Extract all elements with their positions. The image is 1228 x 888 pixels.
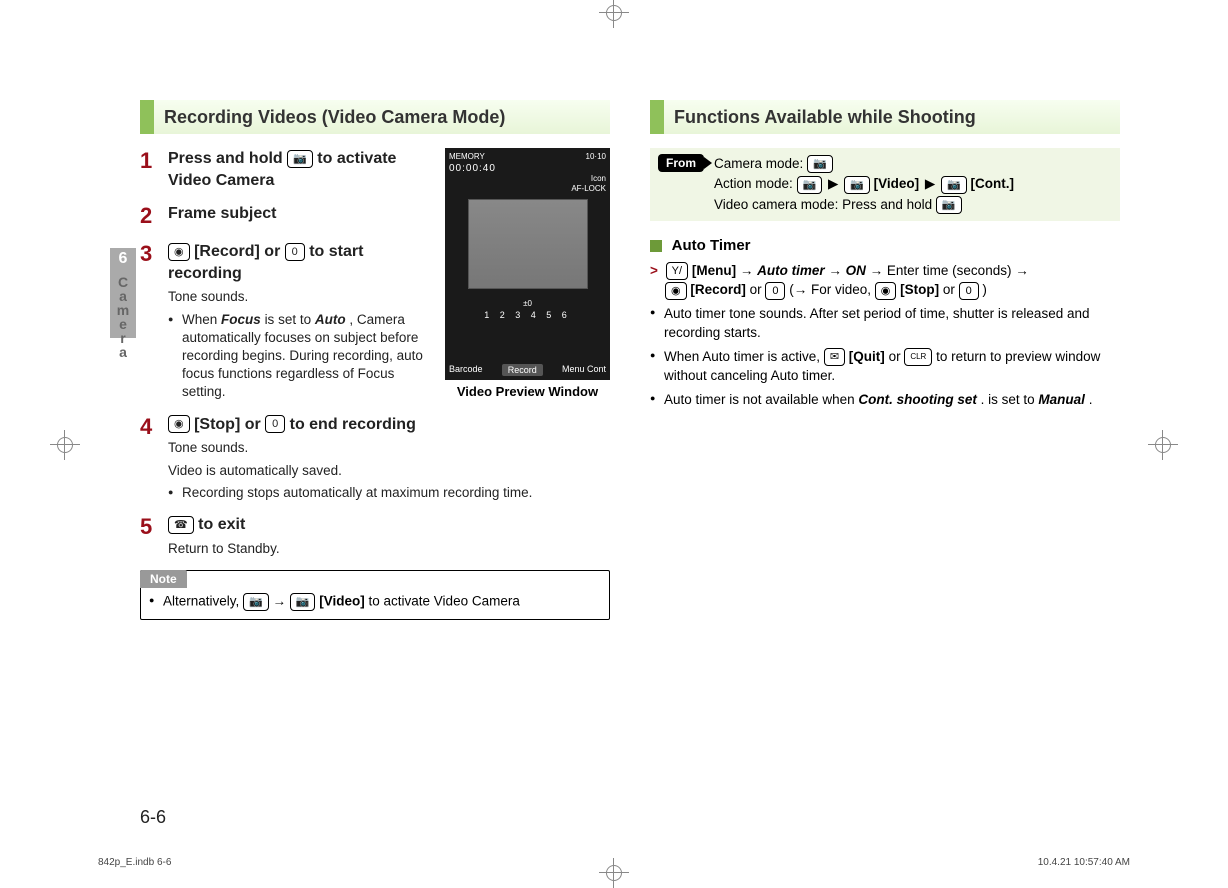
camera-key-icon: 📷 — [290, 593, 316, 611]
zero-key-icon: 0 — [265, 415, 285, 433]
registration-mark-left — [50, 430, 80, 460]
screen-aflock: AF-LOCK — [449, 184, 606, 194]
step-number-2: 2 — [140, 203, 168, 229]
zero-key-icon: 0 — [959, 282, 979, 300]
step-1: 1 Press and hold 📷 to activate Video Cam… — [140, 148, 437, 191]
step-number-1: 1 — [140, 148, 168, 191]
chapter-label: Camera — [113, 275, 133, 359]
camera-key-icon: 📷 — [243, 593, 269, 611]
softkey-right: Menu Cont — [562, 364, 606, 376]
note-box: Note Alternatively, 📷 → 📷 [Video] to act… — [140, 570, 610, 620]
note-body: Alternatively, 📷 → 📷 [Video] to activate… — [149, 593, 601, 611]
page-content: Recording Videos (Video Camera Mode) MEM… — [140, 100, 1120, 800]
preview-screen: MEMORY 10·10 00:00:40 Icon AF-LOCK ±0 1 … — [445, 148, 610, 380]
softkey-left: Barcode — [449, 364, 483, 376]
topic-title: Auto Timer — [672, 237, 751, 254]
screen-status-time: 10·10 — [586, 152, 606, 161]
heading-bar-icon — [650, 100, 664, 134]
page-number: 6-6 — [140, 807, 166, 828]
step-number-3: 3 — [140, 241, 168, 402]
step-5: 5 ☎ to exit Return to Standby. — [140, 514, 610, 558]
topic-marker-icon — [650, 240, 662, 252]
step4-desc2: Video is automatically saved. — [168, 462, 610, 480]
auto-timer-block: Auto Timer > Y/ [Menu] → Auto timer → ON… — [650, 235, 1120, 410]
zero-key-icon: 0 — [765, 282, 785, 300]
screen-row: ±0 — [449, 299, 606, 308]
auto-timer-bullet-3: Auto timer is not available when Cont. s… — [650, 390, 1120, 410]
heading-text-right: Functions Available while Shooting — [674, 107, 976, 128]
step4-desc1: Tone sounds. — [168, 439, 610, 457]
step2-title: Frame subject — [168, 203, 437, 225]
registration-mark-right — [1148, 430, 1178, 460]
arrow-icon: ▶ — [925, 174, 935, 194]
screen-numbers: 1 2 3 4 5 6 — [449, 310, 606, 320]
arrow-icon: ▶ — [828, 174, 838, 194]
camera-key-icon: 📷 — [936, 196, 962, 214]
footer-timestamp: 10.4.21 10:57:40 AM — [1038, 857, 1130, 868]
from-label: From — [658, 154, 704, 172]
step-3: 3 ◉ [Record] or 0 to start recording Ton… — [140, 241, 437, 402]
camera-key-icon: 📷 — [807, 155, 833, 173]
step3-record: [Record] or — [194, 243, 285, 260]
zero-key-icon: 0 — [285, 243, 305, 261]
center-key-icon: ◉ — [168, 415, 190, 433]
heading-bar-icon — [140, 100, 154, 134]
viewfinder — [468, 199, 588, 289]
screen-status-memory: MEMORY — [449, 152, 485, 161]
center-key-icon: ◉ — [665, 282, 687, 300]
video-preview-figure: MEMORY 10·10 00:00:40 Icon AF-LOCK ±0 1 … — [445, 148, 610, 400]
y-key-icon: Y/ — [666, 262, 688, 280]
chapter-number: 6 — [110, 248, 136, 270]
step5-after: to exit — [198, 516, 245, 533]
mail-key-icon: ✉ — [824, 348, 845, 366]
note-label: Note — [140, 570, 187, 588]
left-column: Recording Videos (Video Camera Mode) MEM… — [140, 100, 610, 620]
section-heading-left: Recording Videos (Video Camera Mode) — [140, 100, 610, 134]
softkey-center: Record — [502, 364, 543, 376]
step4-bullet: Recording stops automatically at maximum… — [168, 484, 610, 502]
camera-key-icon: 📷 — [941, 176, 967, 194]
step5-desc1: Return to Standby. — [168, 540, 610, 558]
step-number-5: 5 — [140, 514, 168, 558]
step3-bullet: When Focus is set to Auto , Camera autom… — [168, 311, 437, 402]
step4-after: to end recording — [290, 416, 416, 433]
registration-mark-bottom — [599, 858, 629, 888]
screen-timer: 00:00:40 — [449, 163, 606, 174]
end-key-icon: ☎ — [168, 516, 194, 534]
from-lines: Camera mode: 📷 Action mode: 📷 ▶ 📷 [Video… — [714, 154, 1014, 215]
camera-key-icon: 📷 — [797, 176, 823, 194]
step-2: 2 Frame subject — [140, 203, 437, 229]
auto-timer-bullet-2: When Auto timer is active, ✉ [Quit] or C… — [650, 347, 1120, 386]
step1-before: Press and hold — [168, 150, 287, 167]
from-box: From Camera mode: 📷 Action mode: 📷 ▶ 📷 [… — [650, 148, 1120, 221]
screen-icon-label: Icon — [449, 174, 606, 184]
footer-file: 842p_E.indb 6-6 — [98, 857, 171, 868]
step-number-4: 4 — [140, 414, 168, 502]
chevron-icon: > — [650, 263, 658, 278]
step-4: 4 ◉ [Stop] or 0 to end recording Tone so… — [140, 414, 610, 502]
section-heading-right: Functions Available while Shooting — [650, 100, 1120, 134]
center-key-icon: ◉ — [875, 282, 897, 300]
clr-key-icon: CLR — [904, 348, 932, 366]
auto-timer-bullet-1: Auto timer tone sounds. After set period… — [650, 304, 1120, 343]
heading-text-left: Recording Videos (Video Camera Mode) — [164, 107, 505, 128]
step4-stop: [Stop] or — [194, 416, 265, 433]
right-column: Functions Available while Shooting From … — [650, 100, 1120, 620]
center-key-icon: ◉ — [168, 243, 190, 261]
registration-mark-top — [599, 0, 629, 28]
step3-desc1: Tone sounds. — [168, 288, 437, 306]
preview-caption: Video Preview Window — [445, 384, 610, 400]
camera-key-icon: 📷 — [287, 150, 313, 168]
camera-key-icon: 📷 — [844, 176, 870, 194]
